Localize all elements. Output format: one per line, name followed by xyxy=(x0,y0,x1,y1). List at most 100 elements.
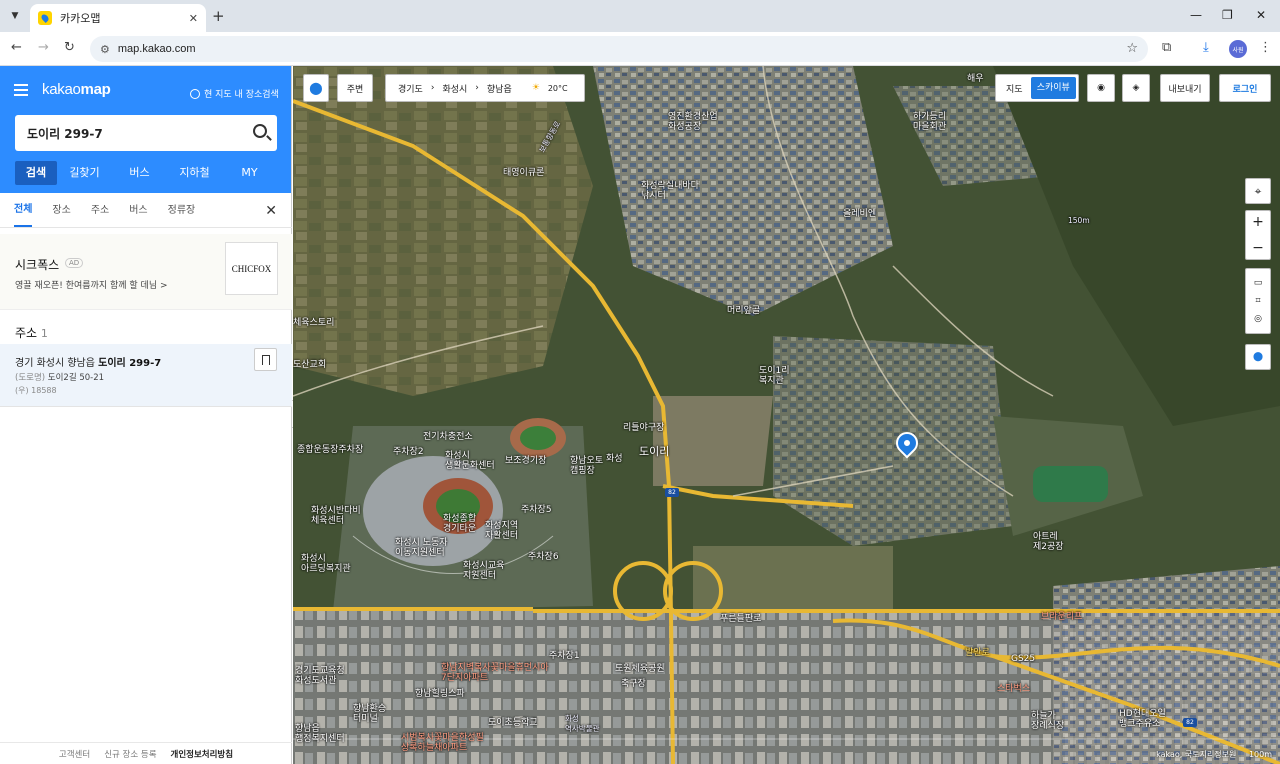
map-label[interactable]: 화성시교육 지원센터 xyxy=(463,561,504,581)
footer-customer-center-link[interactable]: 고객센터 xyxy=(59,748,90,760)
close-tab-icon[interactable]: ✕ xyxy=(189,12,198,25)
map-label[interactable]: 주차장5 xyxy=(521,505,552,515)
map-label[interactable]: 머리앞골 xyxy=(727,306,760,316)
my-location-button[interactable]: ⌖ xyxy=(1245,178,1271,204)
breadcrumb-town[interactable]: 향남읍 xyxy=(487,82,512,95)
map-label[interactable]: 화성시 아르딩복지관 xyxy=(301,554,351,574)
site-info-icon[interactable]: ⚙ xyxy=(100,43,110,56)
map-label[interactable]: 도이초등학교 xyxy=(488,718,538,728)
footer-register-place-link[interactable]: 신규 장소 등록 xyxy=(104,748,156,760)
map-label[interactable]: 시범복사꽃마을한성필 상록하늘채아파트 xyxy=(401,733,484,753)
address-bar[interactable]: ⚙ map.kakao.com ☆ xyxy=(90,36,1148,62)
kakaomap-logo[interactable]: kakaomap xyxy=(42,81,111,98)
minimize-icon[interactable]: — xyxy=(1190,8,1202,22)
map-label[interactable]: 향남오토 캠핑장 xyxy=(570,456,603,476)
map-canvas[interactable]: 해우 하가등리 마을회관 영진환경산업 화성공장 화성락실내바다 낚시터 태영이큐론 … xyxy=(293,66,1280,764)
map-label[interactable]: 올레비엔 xyxy=(843,209,876,219)
map-label[interactable]: 화성시 노동자 이동지원센터 xyxy=(395,538,448,558)
footer-privacy-link[interactable]: 개인정보처리방침 xyxy=(171,748,234,760)
map-label[interactable]: 향남지벽복사꽃마을휴먼시아 7단지아파트 xyxy=(441,663,549,683)
map-label[interactable]: 주차장1 xyxy=(549,651,580,661)
tab-bus[interactable]: 버스 xyxy=(112,161,167,185)
breadcrumb-city[interactable]: 화성시 xyxy=(442,82,467,95)
map-label[interactable]: 화성시반다비 체육센터 xyxy=(311,506,361,526)
current-location-pin-button[interactable]: ⬤ xyxy=(303,74,329,102)
export-button[interactable]: 내보내기 xyxy=(1160,74,1210,102)
tab-my[interactable]: MY xyxy=(222,161,277,185)
browser-tab[interactable]: 카카오맵 ✕ xyxy=(30,4,206,32)
map-label[interactable]: 태영이큐론 xyxy=(503,168,544,178)
filter-bus[interactable]: 버스 xyxy=(129,193,147,228)
tab-search[interactable]: 검색 xyxy=(15,161,57,185)
map-label[interactable]: 영진환경산업 화성공장 xyxy=(668,112,718,132)
new-tab-icon[interactable]: + xyxy=(212,7,225,25)
bookmark-star-icon[interactable]: ☆ xyxy=(1126,41,1138,56)
layers-button[interactable]: ◈ xyxy=(1122,74,1150,102)
map-label[interactable]: 화성 역사박물관 xyxy=(565,714,600,734)
reload-icon[interactable]: ↻ xyxy=(64,40,75,55)
map-label[interactable]: 경기도교육청 화성도서관 xyxy=(295,666,345,686)
map-label[interactable]: 하가등리 마을회관 xyxy=(913,112,946,132)
back-icon[interactable]: ← xyxy=(11,40,22,55)
map-label[interactable]: 주차장6 xyxy=(528,552,559,562)
map-label[interactable]: 주차장2 xyxy=(393,447,424,457)
map-label[interactable]: 화성 xyxy=(606,454,623,464)
map-label[interactable]: 해우 xyxy=(967,74,984,84)
roadview-toggle-button[interactable]: ⬤ xyxy=(1245,344,1271,370)
filter-address[interactable]: 주소 xyxy=(91,193,109,228)
tab-directions[interactable]: 길찾기 xyxy=(57,161,112,185)
map-label[interactable]: 도원체육공원 xyxy=(615,664,665,674)
search-in-map-toggle[interactable]: 현 지도 내 장소검색 xyxy=(190,87,279,100)
map-label[interactable]: 하늘가 장례식장 xyxy=(1031,711,1064,731)
forward-icon[interactable]: → xyxy=(38,40,49,55)
roadview-button[interactable]: ◉ xyxy=(1087,74,1115,102)
map-label[interactable]: 도이리 xyxy=(639,446,669,457)
map-label[interactable]: 체육스토리 xyxy=(293,318,334,328)
map-label[interactable]: 화성락실내바다 낚시터 xyxy=(641,181,699,201)
map-type-skyview[interactable]: 스카이뷰 xyxy=(1030,77,1076,99)
nearby-button[interactable]: 주변 xyxy=(337,74,373,102)
search-input[interactable]: 도이리 299-7 xyxy=(15,115,277,151)
map-label[interactable]: 도이1리 복지관 xyxy=(759,366,790,386)
map-label[interactable]: 화성종합 경기타운 xyxy=(443,514,476,534)
profile-avatar[interactable]: 사원 xyxy=(1229,40,1247,58)
map-label[interactable]: 향남환승 터미널 xyxy=(353,704,386,724)
area-icon[interactable]: ⌗ xyxy=(1255,296,1260,306)
ruler-icon[interactable]: ▭ xyxy=(1254,278,1263,288)
map-label[interactable]: 보조경기장 xyxy=(505,456,546,466)
map-label[interactable]: 전기차충전소 xyxy=(423,432,473,442)
filter-all[interactable]: 전체 xyxy=(14,194,33,227)
map-label[interactable]: 도산교회 xyxy=(293,360,326,370)
map-label[interactable]: 종합운동장주차장 xyxy=(297,445,363,455)
map-label[interactable]: 화성시 생활문화센터 xyxy=(445,451,495,471)
tab-search-button[interactable]: ▼ xyxy=(6,7,24,25)
radius-icon[interactable]: ◎ xyxy=(1254,314,1262,324)
login-button[interactable]: 로그인 xyxy=(1219,74,1271,102)
map-label[interactable]: 아트레 제2공장 xyxy=(1033,532,1064,552)
map-label[interactable]: 리틀야구장 xyxy=(623,423,664,433)
hamburger-menu-icon[interactable] xyxy=(14,84,28,96)
map-label[interactable]: HD현대오일 뱅크주유소 xyxy=(1119,709,1166,729)
map-label[interactable]: 향남읍 행정복지센터 xyxy=(295,724,345,744)
zoom-in-icon[interactable]: + xyxy=(1252,214,1264,230)
zoom-out-icon[interactable]: − xyxy=(1252,240,1264,256)
extensions-icon[interactable]: ⧉ xyxy=(1162,40,1171,55)
map-label[interactable]: GS25 xyxy=(1011,654,1035,664)
restore-icon[interactable]: ❐ xyxy=(1222,8,1233,22)
map-label[interactable]: 화성지역 자활센터 xyxy=(485,521,518,541)
ad-banner[interactable]: 시크폭스 AD 영끌 재오픈! 한여름까지 함께 할 데님 > CHICFOX xyxy=(0,234,292,310)
menu-dots-icon[interactable]: ⋮ xyxy=(1259,40,1272,55)
map-label[interactable]: 향남힐링스파 xyxy=(415,689,465,699)
close-results-icon[interactable]: ✕ xyxy=(265,203,277,219)
map-label[interactable]: 스타벅스 xyxy=(997,684,1030,694)
address-result-item[interactable]: 경기 화성시 향남읍 도이리 299-7 (도로명) 도이2길 50-21 (우… xyxy=(0,344,292,407)
search-icon[interactable] xyxy=(253,124,267,138)
tab-subway[interactable]: 지하철 xyxy=(167,161,222,185)
filter-place[interactable]: 장소 xyxy=(52,193,70,228)
map-label[interactable]: 축구장 xyxy=(621,679,646,689)
map-type-map[interactable]: 지도 xyxy=(998,82,1031,95)
close-window-icon[interactable]: ✕ xyxy=(1256,8,1266,22)
map-label[interactable]: 브라운리프 xyxy=(1041,612,1082,622)
bookmark-button[interactable] xyxy=(254,348,277,371)
download-icon[interactable]: ⤓ xyxy=(1203,40,1209,55)
